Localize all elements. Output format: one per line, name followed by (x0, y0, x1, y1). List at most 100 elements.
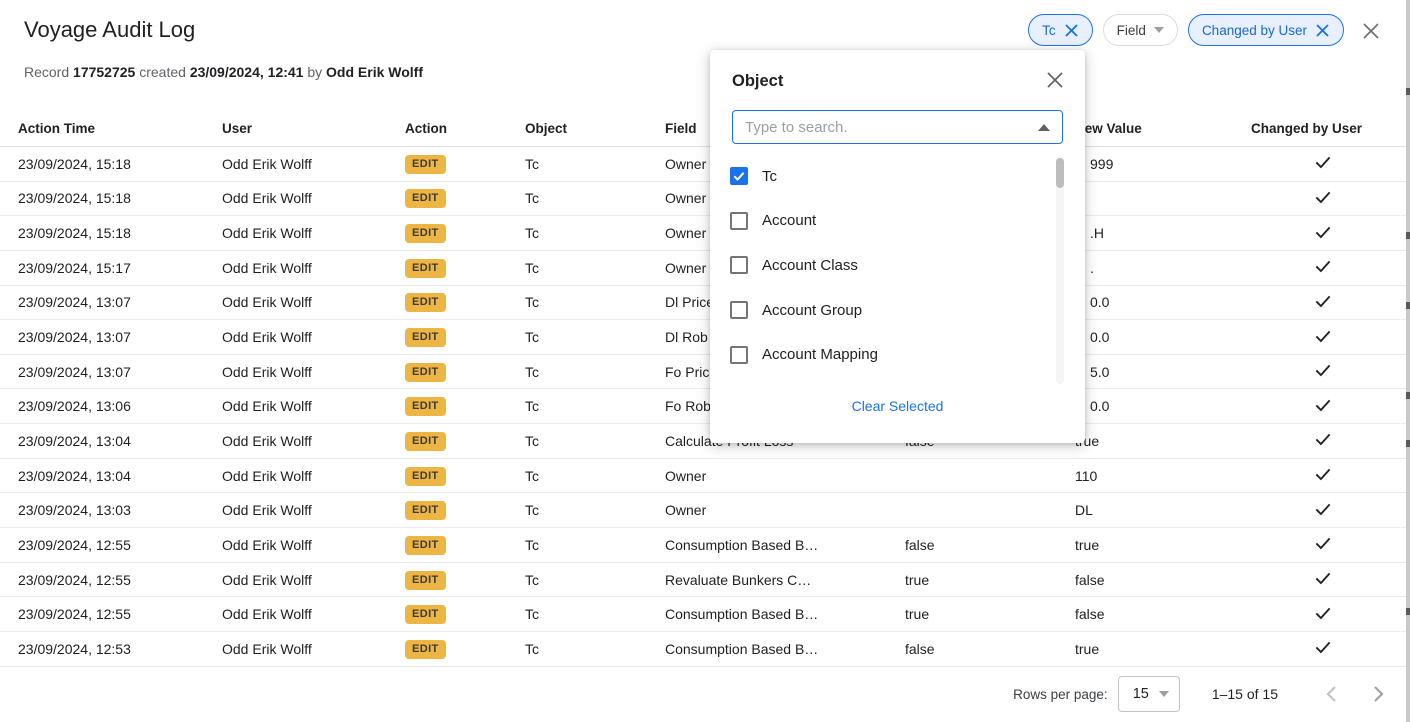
filter-chip-changed-by-user[interactable]: Changed by User (1188, 14, 1344, 46)
cell-object: Tc (507, 364, 647, 380)
cell-action-time: 23/09/2024, 12:55 (0, 537, 204, 553)
checkmark-icon (1313, 637, 1333, 660)
column-header-changed-by-user: Changed by User (1235, 121, 1410, 136)
record-id: 17752725 (73, 64, 135, 80)
cell-action-time: 23/09/2024, 15:18 (0, 225, 204, 241)
table-row: 23/09/2024, 13:04Odd Erik WolffEDITTcOwn… (0, 459, 1410, 494)
object-option-account-mapping[interactable]: Account Mapping (710, 332, 1085, 377)
object-option-list: Tc Account Account Class Account Group Accou… (710, 154, 1085, 386)
cell-user: Odd Erik Wolff (204, 329, 387, 345)
cell-changed-by-user (1235, 256, 1410, 279)
cell-user: Odd Erik Wolff (204, 433, 387, 449)
next-page-button[interactable] (1366, 681, 1392, 707)
close-icon[interactable] (1315, 23, 1330, 38)
checkbox-checked[interactable] (730, 167, 748, 185)
cell-changed-by-user (1235, 464, 1410, 487)
checkmark-icon (1313, 395, 1333, 418)
cell-user: Odd Erik Wolff (204, 606, 387, 622)
close-icon[interactable] (1360, 20, 1382, 42)
close-icon[interactable] (1064, 23, 1079, 38)
table-row: 23/09/2024, 12:53Odd Erik WolffEDITTcCon… (0, 632, 1410, 667)
previous-page-button[interactable] (1318, 681, 1344, 707)
cell-action-time: 23/09/2024, 13:07 (0, 329, 204, 345)
cell-changed-by-user (1235, 291, 1410, 314)
cell-object: Tc (507, 502, 647, 518)
cell-action-time: 23/09/2024, 13:04 (0, 468, 204, 484)
option-label: Account Group (762, 302, 862, 319)
edit-badge: EDIT (405, 363, 446, 382)
rows-per-page-select[interactable]: 15 (1118, 676, 1180, 712)
table-row: 23/09/2024, 12:55Odd Erik WolffEDITTcCon… (0, 528, 1410, 563)
scrollbar-thumb[interactable] (1056, 158, 1064, 188)
cell-user: Odd Erik Wolff (204, 294, 387, 310)
cell-changed-by-user (1235, 395, 1410, 418)
edit-badge: EDIT (405, 467, 446, 486)
cell-object: Tc (507, 606, 647, 622)
column-header-action: Action (387, 121, 507, 136)
rows-per-page-label: Rows per page: (1013, 687, 1108, 702)
option-label: Account (762, 212, 816, 229)
table-row: 23/09/2024, 13:07Odd Erik WolffEDITTcFo … (0, 355, 1410, 390)
page-title: Voyage Audit Log (24, 17, 195, 43)
cell-action: EDIT (387, 188, 507, 208)
edit-badge: EDIT (405, 155, 446, 174)
cell-old-value: true (887, 572, 1057, 588)
clear-selected-button[interactable]: Clear Selected (710, 398, 1085, 414)
cell-action: EDIT (387, 431, 507, 451)
cell-changed-by-user (1235, 187, 1410, 210)
cell-action: EDIT (387, 466, 507, 486)
checkbox-unchecked[interactable] (730, 256, 748, 274)
dialog-close-icon[interactable] (1045, 70, 1065, 90)
cell-object: Tc (507, 641, 647, 657)
cell-changed-by-user (1235, 222, 1410, 245)
edit-badge: EDIT (405, 328, 446, 347)
object-option-account-group[interactable]: Account Group (710, 288, 1085, 333)
cell-user: Odd Erik Wolff (204, 468, 387, 484)
checkbox-unchecked[interactable] (730, 212, 748, 230)
chevron-down-icon[interactable] (1154, 27, 1164, 33)
table-row: 23/09/2024, 12:55Odd Erik WolffEDITTcCon… (0, 597, 1410, 632)
cell-changed-by-user (1235, 533, 1410, 556)
record-by-label: by (307, 64, 322, 80)
cell-old-value: false (887, 537, 1057, 553)
cell-object: Tc (507, 294, 647, 310)
table-row: 23/09/2024, 13:07Odd Erik WolffEDITTcDl … (0, 320, 1410, 355)
cell-action: EDIT (387, 362, 507, 382)
search-input[interactable] (745, 119, 1030, 136)
header-bar: Voyage Audit Log Tc Field Changed by User (0, 0, 1410, 56)
object-option-account-class[interactable]: Account Class (710, 243, 1085, 288)
object-option-tc[interactable]: Tc (710, 154, 1085, 199)
page-range-label: 1–15 of 15 (1212, 686, 1278, 702)
cell-user: Odd Erik Wolff (204, 398, 387, 414)
scrollbar[interactable] (1056, 156, 1064, 384)
filter-chip-field[interactable]: Field (1103, 14, 1178, 46)
search-box (732, 110, 1063, 144)
record-created-by: Odd Erik Wolff (326, 64, 423, 80)
checkbox-unchecked[interactable] (730, 346, 748, 364)
object-filter-dialog: Object TcAccountAccount ClassAccount Gro… (710, 50, 1085, 443)
edit-badge: EDIT (405, 259, 446, 278)
cell-action-time: 23/09/2024, 12:55 (0, 572, 204, 588)
cell-object: Tc (507, 190, 647, 206)
collapse-arrow-icon[interactable] (1038, 124, 1050, 131)
record-created-label: created (139, 64, 186, 80)
cell-changed-by-user (1235, 360, 1410, 383)
cell-user: Odd Erik Wolff (204, 364, 387, 380)
table-body: 23/09/2024, 15:18Odd Erik WolffEDITTcOwn… (0, 147, 1410, 667)
cell-new-value: true (1057, 641, 1235, 657)
object-option-account[interactable]: Account (710, 199, 1085, 244)
cell-old-value: false (887, 641, 1057, 657)
edit-badge: EDIT (405, 640, 446, 659)
filter-chip-tc[interactable]: Tc (1028, 14, 1093, 46)
cell-action-time: 23/09/2024, 15:18 (0, 156, 204, 172)
window-edge-artifact (1406, 0, 1410, 722)
checkbox-unchecked[interactable] (730, 301, 748, 319)
cell-user: Odd Erik Wolff (204, 260, 387, 276)
cell-action-time: 23/09/2024, 15:18 (0, 190, 204, 206)
cell-action: EDIT (387, 500, 507, 520)
cell-action: EDIT (387, 639, 507, 659)
edit-badge: EDIT (405, 432, 446, 451)
edit-badge: EDIT (405, 536, 446, 555)
cell-object: Tc (507, 537, 647, 553)
cell-changed-by-user (1235, 499, 1410, 522)
